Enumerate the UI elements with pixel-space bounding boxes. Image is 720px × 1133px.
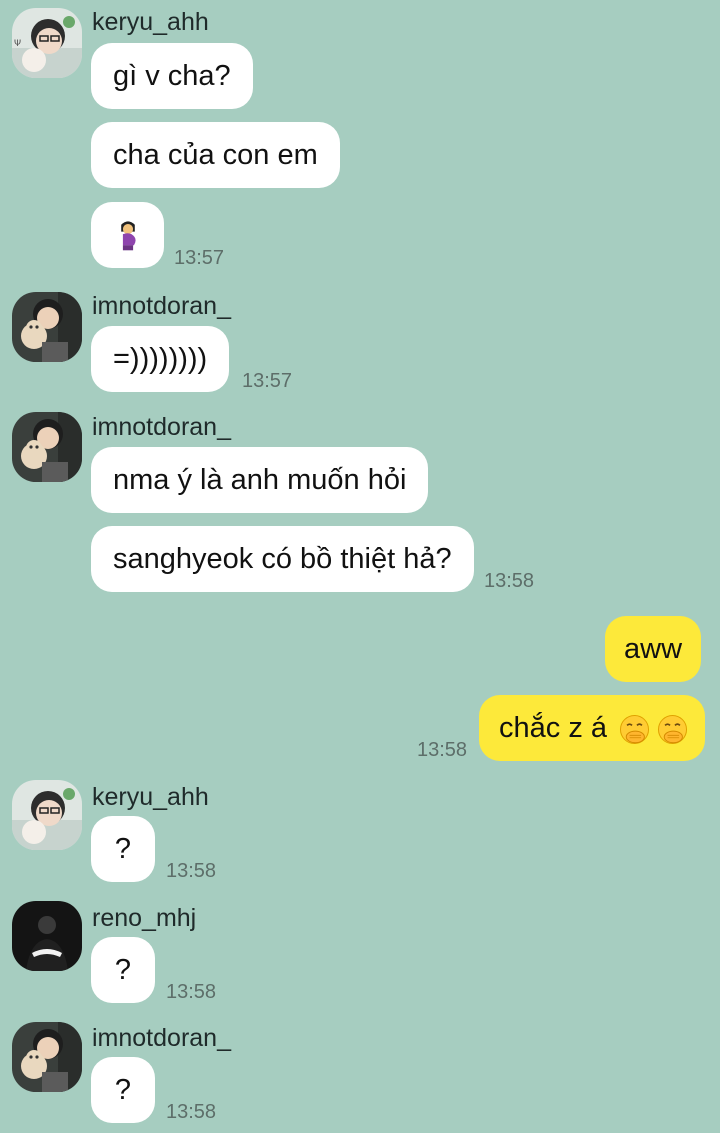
pregnant-person-emoji xyxy=(121,221,136,251)
timestamp: 13:58 xyxy=(417,739,468,761)
sender-name: imnotdoran_ xyxy=(92,1024,231,1052)
timestamp: 13:58 xyxy=(166,981,217,1003)
avatar-photo-icon: Ψ xyxy=(12,8,82,78)
timestamp: 13:57 xyxy=(174,247,225,269)
face-with-hand-over-mouth-emoji xyxy=(620,714,650,744)
message-text: chắc z á xyxy=(499,712,607,744)
avatar-imnotdoran[interactable] xyxy=(12,1022,82,1092)
my-message-bubble[interactable]: chắc z á xyxy=(479,695,705,761)
message-bubble[interactable]: ? xyxy=(91,1057,155,1123)
sender-name: imnotdoran_ xyxy=(92,413,231,441)
sticker-bubble[interactable] xyxy=(91,202,164,268)
avatar-photo-icon xyxy=(12,1022,82,1092)
timestamp: 13:58 xyxy=(166,1101,217,1123)
message-bubble[interactable]: ? xyxy=(91,816,155,882)
svg-text:Ψ: Ψ xyxy=(14,39,21,49)
avatar-keryu-ahh[interactable]: Ψ xyxy=(12,8,82,78)
message-bubble[interactable]: cha của con em xyxy=(91,122,340,188)
avatar-imnotdoran[interactable] xyxy=(12,412,82,482)
sender-name: imnotdoran_ xyxy=(92,292,231,320)
message-bubble[interactable]: gì v cha? xyxy=(91,43,253,109)
message-bubble[interactable]: =)))))))) xyxy=(91,326,230,392)
sender-name: reno_mhj xyxy=(92,904,197,932)
message-bubble[interactable]: nma ý là anh muốn hỏi xyxy=(91,447,429,513)
face-with-hand-over-mouth-emoji xyxy=(658,714,688,744)
timestamp: 13:58 xyxy=(484,570,535,592)
timestamp: 13:57 xyxy=(242,370,293,392)
avatar-imnotdoran[interactable] xyxy=(12,292,82,362)
sender-name: keryu_ahh xyxy=(92,783,209,811)
avatar-photo-icon xyxy=(12,412,82,482)
avatar-keryu-ahh[interactable] xyxy=(12,780,82,850)
avatar-photo-icon xyxy=(12,901,82,971)
avatar-reno-mhj[interactable] xyxy=(12,901,82,971)
avatar-photo-icon xyxy=(12,780,82,850)
message-bubble[interactable]: sanghyeok có bồ thiệt hả? xyxy=(91,526,474,592)
my-message-bubble[interactable]: aww xyxy=(605,616,702,682)
message-bubble[interactable]: ? xyxy=(91,937,155,1003)
sender-name: keryu_ahh xyxy=(92,8,209,36)
timestamp: 13:58 xyxy=(166,860,217,882)
avatar-photo-icon xyxy=(12,292,82,362)
